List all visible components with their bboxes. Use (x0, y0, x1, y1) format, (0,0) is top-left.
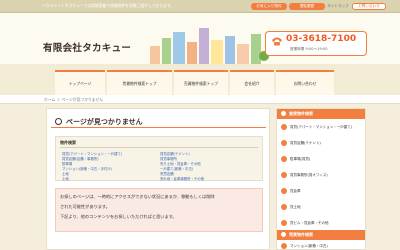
sidebar-heading-2: 売買物件検索 (277, 230, 365, 240)
sidebar-item-label: 貸倉庫 (290, 188, 301, 193)
divider (60, 147, 258, 148)
message-line: 下記より、他のコンテンツをお探しいただければと思います。 (60, 214, 177, 219)
nav-label: 会社紹介 (244, 81, 260, 86)
search-link[interactable]: マンション(新築・中古・手付け) (62, 166, 112, 171)
sidebar-item-label: 貸ビル・貸倉庫・その他 (290, 220, 329, 225)
bullet-icon (281, 140, 287, 146)
nav-top[interactable]: トップページ (55, 70, 105, 95)
sidebar-item[interactable]: 賃貸店舗(テナント) (281, 140, 363, 146)
sidebar-item-label: 駐車場(賃貸) (290, 156, 311, 161)
bullet-icon (281, 204, 287, 210)
not-found-message: お探しのページは、一時的にアクセスができない状況にあるか、移動もしくは削除 され… (55, 188, 263, 232)
sidebar-item[interactable]: 駐車場(賃貸) (281, 156, 363, 162)
property-search-links: 物件検索 賃貸(アパート・マンション・一戸建て) 賃貸店舗(店舗・事務所) 駐車… (55, 136, 263, 181)
sidebar-item[interactable]: 貸ビル・貸倉庫・その他 (281, 220, 363, 226)
house-icon (281, 232, 286, 237)
phone-contact-box[interactable]: 03-3618-7100 営業時間 9:00〜19:00 (265, 31, 367, 56)
search-link[interactable]: 売れ地・倉庫事務所・その他 (160, 176, 204, 181)
sidebar-item[interactable]: 貸倉庫 (281, 188, 363, 194)
top-tagline: ハウスメイトタカキューでは地域密着で賃貸物件を多数ご紹介しております。 (42, 3, 175, 8)
business-hours: 営業時間 9:00〜19:00 (290, 47, 328, 51)
nav-label: お問い合わせ (293, 81, 317, 86)
sidebar-heading: 賃貸物件検索 (277, 109, 365, 119)
bullet-icon (281, 172, 287, 178)
logo[interactable]: 有限会社タカキュー (43, 40, 131, 54)
message-line: された可能性があります。 (60, 204, 110, 209)
bullet-icon (281, 124, 287, 130)
sidebar-item[interactable]: 賃貸事務所(賃オフィス) (281, 172, 363, 178)
nav-rental-search[interactable]: 賃貸物件検索トップ (107, 70, 172, 95)
sidebar-heading-label: 賃貸物件検索 (289, 111, 313, 116)
links-heading: 物件検索 (60, 140, 76, 145)
nav-label: 売買物件検索トップ (183, 81, 219, 86)
page-title-bar: ページが見つかりません (51, 115, 266, 128)
site-header: 有限会社タカキュー 03-3618-7100 営業時間 9:00〜19:00 (0, 13, 400, 64)
nav-label: 賃貸物件検索トップ (122, 81, 157, 86)
contact-button[interactable]: お問い合わせ (352, 3, 386, 10)
sidebar-item-label: 賃貸(アパート・マンション・一戸建て) (290, 124, 353, 129)
circle-icon (55, 118, 62, 125)
nav-label: トップページ (68, 81, 92, 86)
sitemap-link[interactable]: サイトマップ (327, 3, 349, 10)
sidebar-item-label: 貸土地 (290, 204, 301, 209)
bullet-icon (281, 188, 287, 194)
nav-company[interactable]: 会社紹介 (230, 70, 274, 95)
message-line: お探しのページは、一時的にアクセスができない状況にあるか、移動もしくは削除 (60, 194, 215, 199)
bullet-icon (281, 243, 287, 249)
bullet-icon (281, 220, 287, 226)
phone-number: 03-3618-7100 (286, 34, 357, 44)
sidebar-heading-label: 売買物件検索 (289, 232, 313, 237)
favorite-button[interactable]: お気に入り物件 (251, 3, 287, 10)
phone-icon (272, 37, 282, 46)
main-nav: トップページ 賃貸物件検索トップ 売買物件検索トップ 会社紹介 お問い合わせ (0, 64, 400, 95)
sidebar: 賃貸物件検索 賃貸(アパート・マンション・一戸建て) 賃貸店舗(テナント) 駐車… (276, 108, 366, 250)
nav-sale-search[interactable]: 売買物件検索トップ (174, 70, 228, 95)
search-link[interactable]: 土地 (62, 176, 69, 181)
sidebar-item-label: マンション(新築・中古) (290, 243, 328, 248)
cityscape-illustration (150, 28, 269, 64)
sidebar-item-label: 賃貸店舗(テナント) (290, 140, 321, 145)
breadcrumb: ホーム ＞ ページが見つかりません (0, 95, 400, 104)
sidebar-item[interactable]: 賃貸(アパート・マンション・一戸建て) (281, 124, 363, 130)
page-title: ページが見つかりません (66, 118, 143, 126)
main-content: ページが見つかりません 物件検索 賃貸(アパート・マンション・一戸建て) 賃貸店… (46, 108, 270, 250)
nav-contact[interactable]: お問い合わせ (276, 70, 334, 95)
history-button[interactable]: 閲覧履歴 (289, 3, 325, 10)
top-bar: ハウスメイトタカキューでは地域密着で賃貸物件を多数ご紹介しております。 お気に入… (0, 0, 400, 13)
sidebar-item[interactable]: マンション(新築・中古) (281, 243, 363, 249)
breadcrumb-text[interactable]: ホーム ＞ ページが見つかりません (44, 97, 103, 103)
bullet-icon (281, 156, 287, 162)
house-icon (281, 111, 286, 116)
sidebar-item-label: 賃貸事務所(賃オフィス) (290, 172, 328, 177)
sidebar-item[interactable]: 貸土地 (281, 204, 363, 210)
